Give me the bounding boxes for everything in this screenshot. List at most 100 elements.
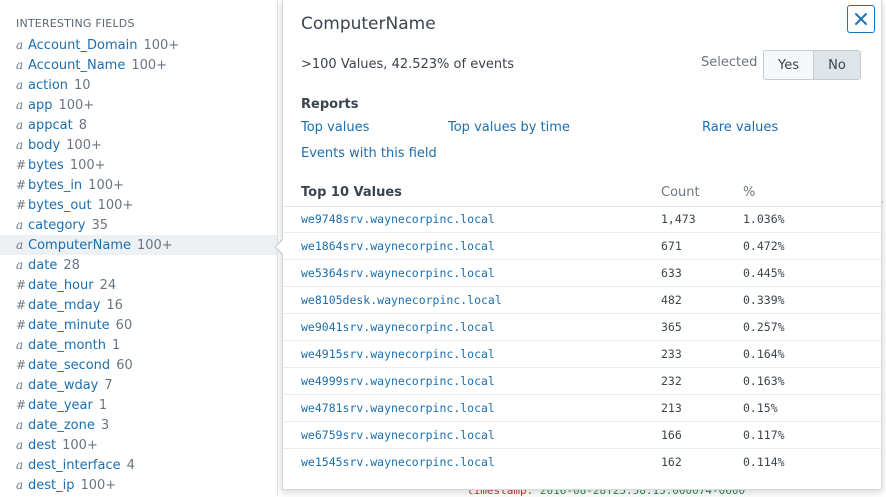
field-type-indicator: a [16,58,24,72]
field-name: bytes_out [28,198,92,213]
field-item[interactable]: a date_zone 3 [0,415,277,435]
selected-yes-button[interactable]: Yes [763,50,814,80]
field-item[interactable]: a date_wday 7 [0,375,277,395]
field-name: date_zone [28,418,95,433]
field-type-indicator: a [16,438,24,452]
field-item[interactable]: a ComputerName 100+ [0,235,277,255]
field-summary: >100 Values, 42.523% of events [301,57,515,72]
value-link[interactable]: we5364srv.waynecorpinc.local [301,266,495,280]
field-item[interactable]: a Account_Domain 100+ [0,35,277,55]
field-item[interactable]: a dest_ip 100+ [0,475,277,495]
interesting-fields-heading: INTERESTING FIELDS [16,17,135,30]
field-item[interactable]: a app 100+ [0,95,277,115]
close-button[interactable] [847,5,875,33]
field-count: 3 [100,418,110,433]
field-count: 35 [91,218,108,233]
field-item[interactable]: # date_year 1 [0,395,277,415]
field-count: 100+ [136,238,173,253]
field-name: dest [28,438,57,453]
field-item[interactable]: a body 100+ [0,135,277,155]
field-item[interactable]: # bytes_in 100+ [0,175,277,195]
value-percent: 0.257% [743,320,785,334]
rare-values-link[interactable]: Rare values [702,120,778,135]
value-link[interactable]: we4781srv.waynecorpinc.local [301,401,495,415]
field-item[interactable]: a action 10 [0,75,277,95]
field-count: 16 [106,298,123,313]
value-link[interactable]: we1545srv.waynecorpinc.local [301,455,495,469]
field-item[interactable]: a date 28 [0,255,277,275]
table-row: we6759srv.waynecorpinc.local 166 0.117% [283,422,881,449]
top-values-link[interactable]: Top values [301,120,369,135]
field-name: date [28,258,58,273]
field-item[interactable]: # date_minute 60 [0,315,277,335]
field-item[interactable]: # date_hour 24 [0,275,277,295]
field-count: 60 [115,318,133,333]
field-name: action [28,78,69,93]
field-item[interactable]: a category 35 [0,215,277,235]
field-item[interactable]: # date_second 60 [0,355,277,375]
field-count: 28 [63,258,80,273]
value-link[interactable]: we4915srv.waynecorpinc.local [301,347,495,361]
close-icon [855,13,867,25]
field-list: a Account_Domain 100+ a Account_Name 100+ a act… [0,35,277,495]
field-name: bytes_in [28,178,83,193]
field-type-indicator: # [16,298,27,312]
value-link[interactable]: we6759srv.waynecorpinc.local [301,428,495,442]
value-link[interactable]: we9041srv.waynecorpinc.local [301,320,495,334]
field-item[interactable]: # bytes 100+ [0,155,277,175]
reports-heading: Reports [301,97,359,112]
table-row: we8105desk.waynecorpinc.local 482 0.339% [283,287,881,314]
field-count: 100+ [88,178,124,193]
field-type-indicator: a [16,138,24,152]
field-count: 24 [99,278,117,293]
field-count: 100+ [66,138,102,153]
value-percent: 0.445% [743,266,785,280]
field-count: 100+ [69,158,106,173]
table-row: we9041srv.waynecorpinc.local 365 0.257% [283,314,881,341]
top-values-by-time-link[interactable]: Top values by time [448,120,570,135]
selected-label: Selected [701,55,758,70]
value-link[interactable]: we8105desk.waynecorpinc.local [301,293,502,307]
value-count: 365 [661,320,682,334]
field-name: date_minute [28,318,110,333]
events-with-field-link[interactable]: Events with this field [301,146,437,161]
field-type-indicator: a [16,418,24,432]
value-percent: 0.339% [743,293,785,307]
field-item[interactable]: a dest 100+ [0,435,277,455]
top-values-table: we9748srv.waynecorpinc.local 1,473 1.036% w… [283,206,881,475]
table-row: we9748srv.waynecorpinc.local 1,473 1.036% [283,206,881,233]
field-type-indicator: a [16,478,24,492]
field-item[interactable]: a appcat 8 [0,115,277,135]
value-percent: 0.15% [743,401,778,415]
fields-sidebar: INTERESTING FIELDS a Account_Domain 100+ a A… [0,0,278,496]
field-name: dest_interface [28,458,121,473]
value-percent: 0.114% [743,455,785,469]
value-link[interactable]: we9748srv.waynecorpinc.local [301,212,495,226]
selected-toggle: Yes No [763,50,861,80]
field-name: appcat [28,118,73,133]
field-item[interactable]: # date_mday 16 [0,295,277,315]
field-name: body [28,138,61,153]
field-item[interactable]: # bytes_out 100+ [0,195,277,215]
field-type-indicator: a [16,238,24,252]
field-type-indicator: # [16,398,27,412]
field-item[interactable]: a dest_interface 4 [0,455,277,475]
field-type-indicator: # [16,178,27,192]
table-row: we5364srv.waynecorpinc.local 633 0.445% [283,260,881,287]
selected-no-button[interactable]: No [814,50,861,80]
value-percent: 0.117% [743,428,785,442]
field-name: Account_Domain [28,38,138,53]
field-name: date_year [28,398,93,413]
field-count: 100+ [143,38,180,53]
field-item[interactable]: a date_month 1 [0,335,277,355]
field-type-indicator: a [16,218,24,232]
field-count: 100+ [131,58,168,73]
value-link[interactable]: we4999srv.waynecorpinc.local [301,374,495,388]
field-item[interactable]: a Account_Name 100+ [0,55,277,75]
value-link[interactable]: we1864srv.waynecorpinc.local [301,239,495,253]
value-count: 633 [661,266,682,280]
field-type-indicator: a [16,378,24,392]
field-name: Account_Name [28,58,126,73]
field-count: 100+ [97,198,134,213]
field-summary-popup: ComputerName >100 Values, 42.523% of eve… [282,0,882,490]
